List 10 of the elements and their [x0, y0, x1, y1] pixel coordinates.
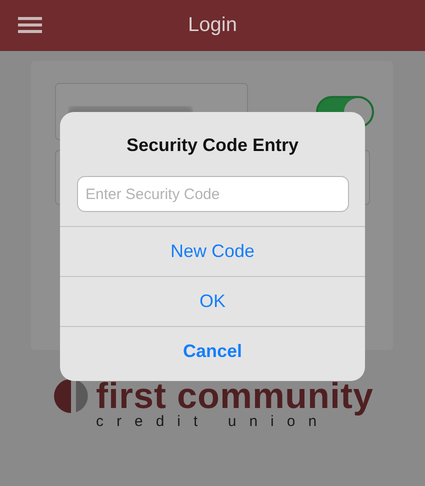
- logo-icon: [54, 379, 88, 413]
- logo-name: first community: [96, 378, 374, 414]
- security-code-field[interactable]: Enter Security Code: [76, 176, 348, 212]
- dialog-button[interactable]: New Code: [60, 226, 365, 276]
- dialog-button[interactable]: OK: [60, 276, 365, 326]
- logo-tagline: credit union: [96, 414, 330, 430]
- menu-icon[interactable]: [18, 16, 42, 34]
- header-title: Login: [188, 14, 237, 37]
- dialog-title: Security Code Entry: [126, 135, 299, 156]
- dialog-button[interactable]: Cancel: [60, 326, 365, 376]
